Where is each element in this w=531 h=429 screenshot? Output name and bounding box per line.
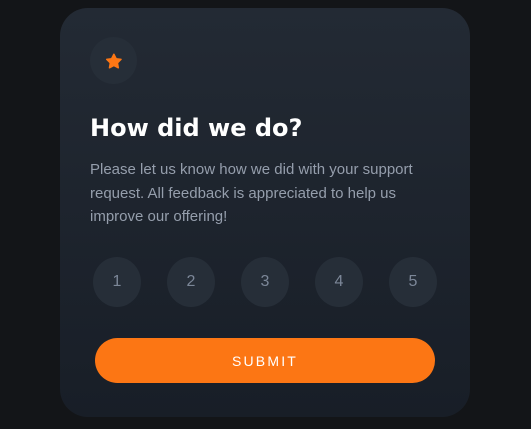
rating-options: 1 2 3 4 5 [93, 257, 437, 307]
rating-option-3[interactable]: 3 [241, 257, 289, 307]
submit-button[interactable]: SUBMIT [95, 338, 435, 383]
rating-option-1[interactable]: 1 [93, 257, 141, 307]
rating-option-2[interactable]: 2 [167, 257, 215, 307]
star-icon [105, 52, 122, 69]
rating-option-5[interactable]: 5 [389, 257, 437, 307]
rating-option-4[interactable]: 4 [315, 257, 363, 307]
description-text: Please let us know how we did with your … [90, 161, 413, 225]
page-title: How did we do? [90, 114, 303, 142]
rating-card: How did we do? Please let us know how we… [60, 8, 470, 417]
star-badge [90, 37, 137, 84]
